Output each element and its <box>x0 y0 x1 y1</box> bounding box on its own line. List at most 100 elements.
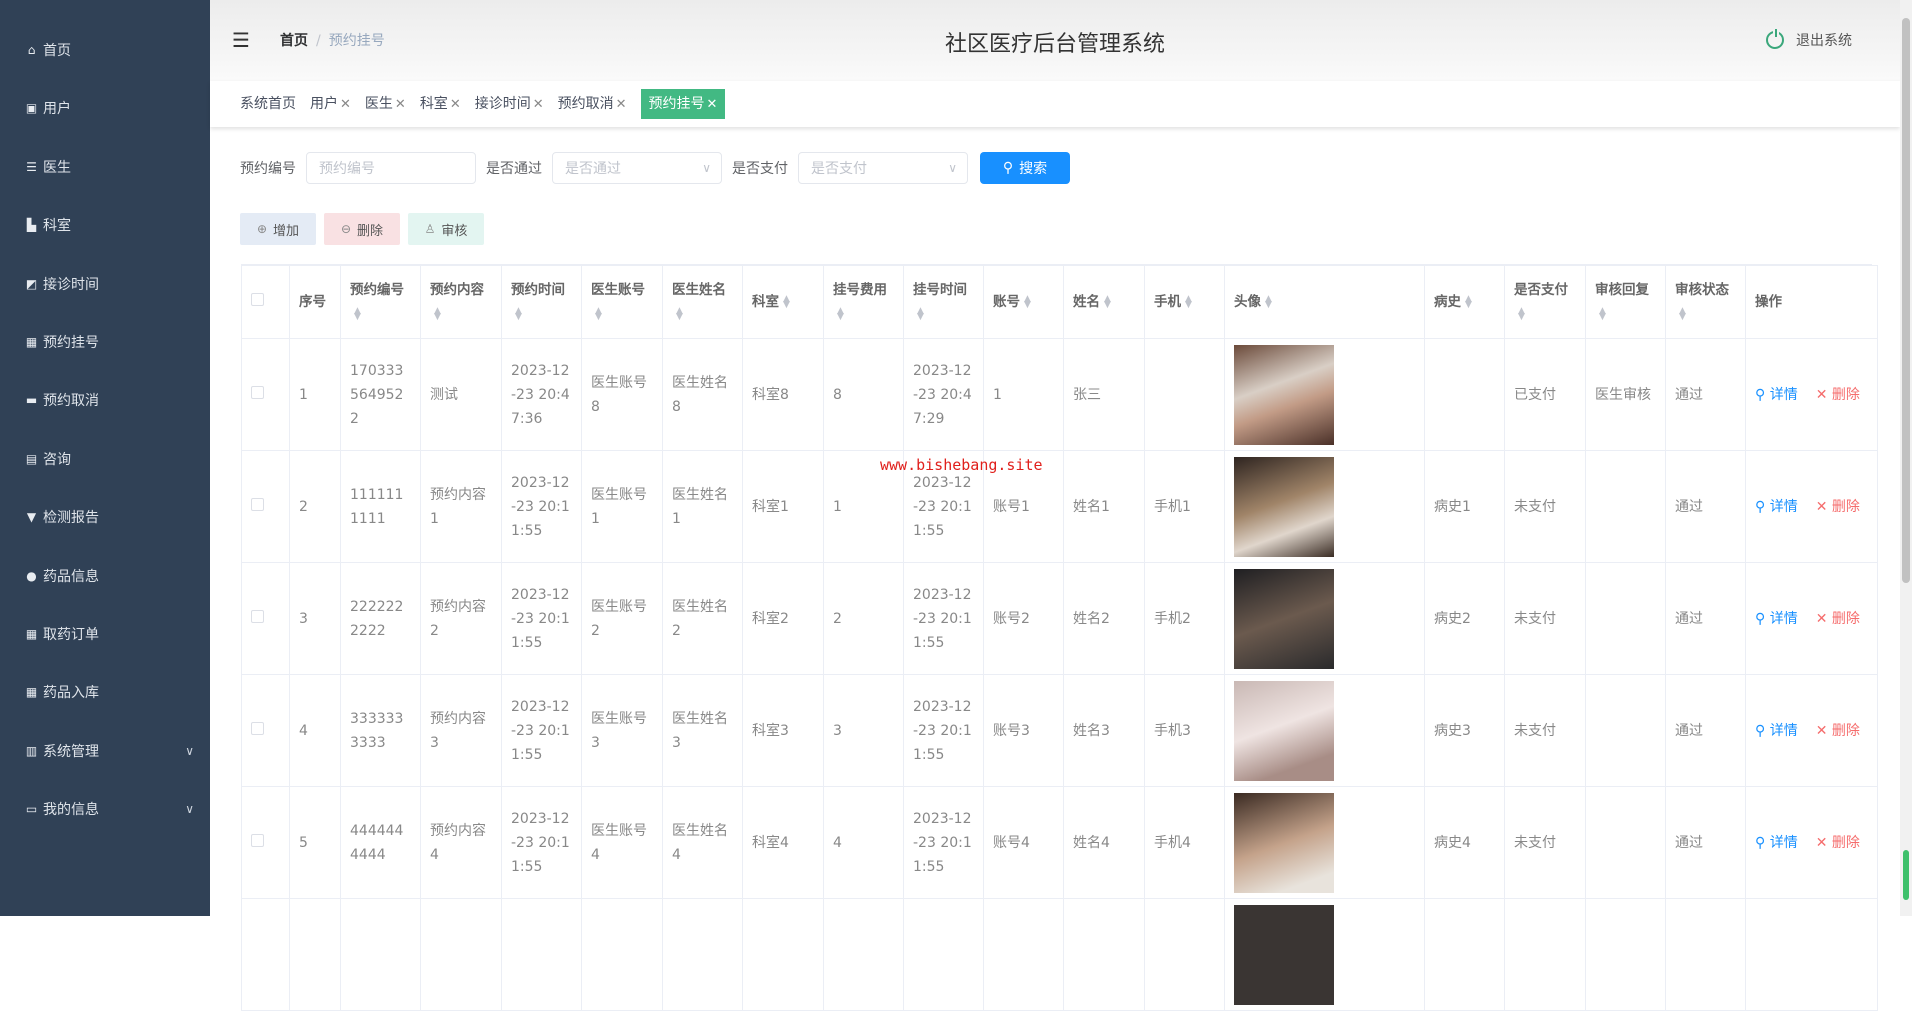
table-row: 3 2222222222 预约内容2 2023-12-23 20:11:55 医生账号2… <box>241 562 1878 675</box>
detail-button[interactable]: ⚲ 详情 <box>1755 723 1798 739</box>
cell: 医生审核 <box>1585 338 1666 451</box>
close-icon[interactable]: ✕ <box>340 97 351 112</box>
cell: 2023-12-23 20:11:55 <box>501 450 582 563</box>
table-row: 4 3333333333 预约内容3 2023-12-23 20:11:55 医生账号3… <box>241 674 1878 787</box>
sidebar-item[interactable]: ▦ 预约挂号 <box>24 327 194 357</box>
delete-row-button[interactable]: ✕ 删除 <box>1816 611 1860 627</box>
sort-icon[interactable]: ▲ ▼ <box>595 307 602 322</box>
sort-icon[interactable]: ▲ ▼ <box>1104 295 1111 310</box>
tab[interactable]: 医生 ✕ <box>365 89 406 119</box>
sort-icon[interactable]: ▲ ▼ <box>1185 295 1192 310</box>
sort-icon[interactable]: ▲ ▼ <box>917 307 924 322</box>
avatar-cell <box>1224 786 1425 899</box>
delete-row-button[interactable]: ✕ 删除 <box>1816 835 1860 851</box>
sort-icon[interactable]: ▲ ▼ <box>1599 307 1606 322</box>
tab-label: 医生 <box>364 96 393 112</box>
avatar[interactable] <box>1234 904 1334 1005</box>
cell: 姓名1 <box>1063 450 1145 563</box>
tab[interactable]: 接诊时间 ✕ <box>475 89 544 119</box>
avatar[interactable] <box>1234 792 1334 893</box>
sidebar-item[interactable]: ▤ 咨询 <box>24 444 194 474</box>
search-button[interactable]: ⚲ 搜索 <box>980 152 1070 184</box>
sidebar-item[interactable]: ▥ 系统管理 ∨ <box>24 736 194 766</box>
tab[interactable]: 科室 ✕ <box>420 89 461 119</box>
column-header: 预约时间 ▲ ▼ <box>501 265 582 339</box>
sort-icon[interactable]: ▲ ▼ <box>837 307 844 322</box>
row-checkbox[interactable] <box>241 674 290 787</box>
sort-icon[interactable]: ▲ ▼ <box>434 307 441 322</box>
sidebar-item[interactable]: ◩ 接诊时间 <box>24 269 194 299</box>
pay-select[interactable]: 是否支付 ∨ <box>798 152 968 184</box>
sidebar-item[interactable]: ▦ 取药订单 <box>24 619 194 649</box>
sidebar-item[interactable]: ▼ 检测报告 <box>24 502 194 532</box>
cell: 病史4 <box>1424 786 1505 899</box>
sidebar-item[interactable]: ▦ 药品入库 <box>24 677 194 707</box>
table-row: 2 1111111111 预约内容1 2023-12-23 20:11:55 医生账号1… <box>241 450 1878 563</box>
avatar[interactable] <box>1234 456 1334 557</box>
delete-button[interactable]: ⊖ 删除 <box>324 213 400 245</box>
avatar[interactable] <box>1234 680 1334 781</box>
detail-button[interactable]: ⚲ 详情 <box>1755 835 1798 851</box>
cell: 医生账号4 <box>581 786 663 899</box>
tab-bar: 系统首页 用户 ✕ 医生 ✕ 科室 ✕ 接诊时间 ✕ 预约取消 ✕ 预约挂号 ✕ <box>210 81 1900 127</box>
pass-select[interactable]: 是否通过 ∨ <box>552 152 722 184</box>
close-icon[interactable]: ✕ <box>533 97 544 112</box>
cell: 账号3 <box>983 674 1064 787</box>
cell: 2 <box>823 562 904 675</box>
sidebar-item[interactable]: ● 药品信息 <box>24 561 194 591</box>
scrollbar[interactable] <box>1900 0 1912 916</box>
logout-button[interactable]: 退出系统 <box>1766 29 1852 50</box>
sidebar-item[interactable]: ▬ 预约取消 <box>24 385 194 415</box>
review-button[interactable]: ♙ 审核 <box>408 213 484 245</box>
detail-button[interactable]: ⚲ 详情 <box>1755 387 1798 403</box>
sort-icon[interactable]: ▲ ▼ <box>1024 295 1031 310</box>
sidebar-item[interactable]: ▭ 我的信息 ∨ <box>24 794 194 824</box>
sidebar-item[interactable]: ⌂ 首页 <box>24 35 194 65</box>
tab[interactable]: 预约取消 ✕ <box>558 89 627 119</box>
sidebar-item[interactable]: ☰ 医生 <box>24 152 194 182</box>
close-icon[interactable]: ✕ <box>616 97 627 112</box>
cell: 预约内容1 <box>420 450 502 563</box>
select-all-checkbox[interactable] <box>241 265 290 339</box>
sort-icon[interactable]: ▲ ▼ <box>354 307 361 322</box>
cell: 3333333333 <box>340 674 421 787</box>
sidebar-item[interactable]: ▙ 科室 <box>24 210 194 240</box>
sidebar-item[interactable]: ▣ 用户 <box>24 93 194 123</box>
delete-row-button[interactable]: ✕ 删除 <box>1816 723 1860 739</box>
sort-icon[interactable]: ▲ ▼ <box>1465 295 1472 310</box>
row-checkbox[interactable] <box>241 786 290 899</box>
close-icon[interactable]: ✕ <box>707 97 718 112</box>
sidebar-item-label: 检测报告 <box>43 510 99 527</box>
cell: 1703335649522 <box>340 338 421 451</box>
avatar[interactable] <box>1234 568 1334 669</box>
sort-icon[interactable]: ▲ ▼ <box>515 307 522 322</box>
detail-button[interactable]: ⚲ 详情 <box>1755 499 1798 515</box>
avatar-cell <box>1224 338 1425 451</box>
sort-icon[interactable]: ▲ ▼ <box>1518 307 1525 322</box>
cell: 姓名3 <box>1063 674 1145 787</box>
close-icon[interactable]: ✕ <box>450 97 461 112</box>
appointment-no-input[interactable]: 预约编号 <box>306 152 476 184</box>
sidebar-item-label: 预约挂号 <box>43 335 99 351</box>
table-row: 5 4444444444 预约内容4 2023-12-23 20:11:55 医生账号4… <box>241 786 1878 899</box>
tab[interactable]: 预约挂号 ✕ <box>640 89 726 119</box>
add-button[interactable]: ⊕ 增加 <box>240 213 316 245</box>
no-label: 预约编号 <box>240 161 296 177</box>
grid-icon: ▦ <box>25 335 38 349</box>
row-checkbox[interactable] <box>241 338 290 451</box>
sort-icon[interactable]: ▲ ▼ <box>676 307 683 322</box>
row-checkbox[interactable] <box>241 450 290 563</box>
sort-icon[interactable]: ▲ ▼ <box>783 295 790 310</box>
sidebar-item-label: 用户 <box>43 101 71 118</box>
detail-button[interactable]: ⚲ 详情 <box>1755 611 1798 627</box>
tab[interactable]: 系统首页 <box>240 89 296 119</box>
cell: 未支付 <box>1504 674 1586 787</box>
close-icon[interactable]: ✕ <box>395 97 406 112</box>
delete-row-button[interactable]: ✕ 删除 <box>1816 387 1860 403</box>
sort-icon[interactable]: ▲ ▼ <box>1679 307 1686 322</box>
tab[interactable]: 用户 ✕ <box>310 89 351 119</box>
row-checkbox[interactable] <box>241 562 290 675</box>
avatar[interactable] <box>1234 344 1334 445</box>
delete-row-button[interactable]: ✕ 删除 <box>1816 499 1860 515</box>
sort-icon[interactable]: ▲ ▼ <box>1265 295 1272 310</box>
